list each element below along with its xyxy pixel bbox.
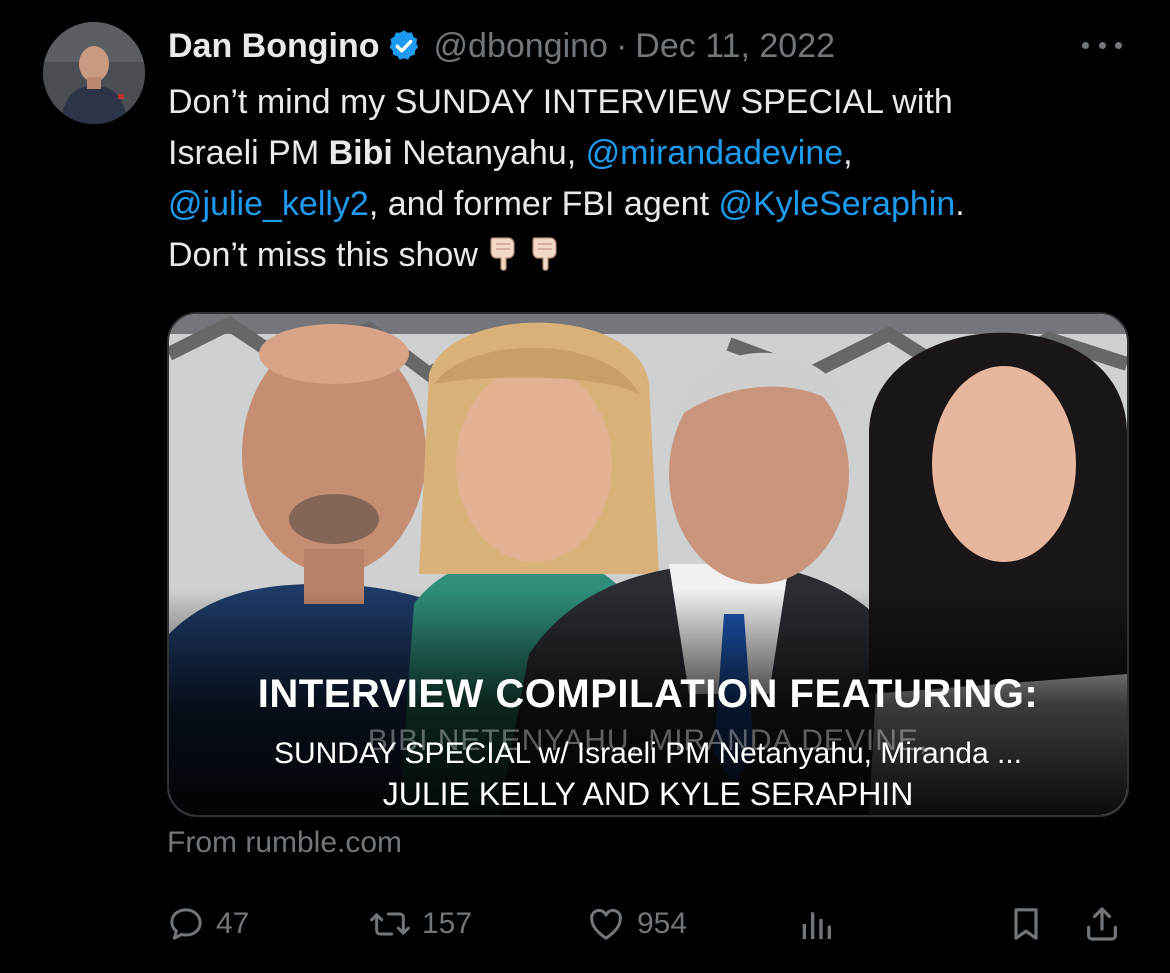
like-icon — [590, 908, 622, 940]
tweet-text: Don’t mind my SUNDAY INTERVIEW SPECIAL w… — [168, 77, 1108, 281]
like-button[interactable]: 954 — [585, 896, 687, 952]
author-handle[interactable]: @dbongino — [434, 27, 608, 66]
tweet-header: Dan Bongino @dbongino · Dec 11, 2022 — [168, 22, 835, 70]
action-bar: 47 157 954 — [0, 896, 1170, 956]
tweet-date[interactable]: Dec 11, 2022 — [635, 27, 835, 66]
bold-text: Bibi — [328, 134, 393, 172]
avatar[interactable] — [43, 22, 145, 124]
tweet-text-line-2: Israeli PM Bibi Netanyahu, @mirandadevin… — [168, 134, 853, 172]
pointing-down-emoji — [486, 236, 520, 272]
reply-count: 47 — [216, 907, 250, 940]
share-icon — [1087, 907, 1117, 941]
reply-icon — [170, 908, 202, 940]
share-button[interactable] — [1082, 896, 1132, 952]
mention-mirandadevine[interactable]: @mirandadevine — [586, 134, 844, 172]
views-button[interactable] — [796, 896, 846, 952]
mention-julie-kelly2[interactable]: @julie_kelly2 — [168, 185, 369, 223]
views-icon — [802, 912, 831, 939]
bookmark-button[interactable] — [1006, 896, 1056, 952]
link-card[interactable]: INTERVIEW COMPILATION FEATURING: BIBI NE… — [167, 312, 1129, 817]
header-separator: · — [615, 26, 628, 65]
card-source[interactable]: From rumble.com — [167, 826, 402, 860]
pointing-down-emoji — [528, 236, 562, 272]
reply-button[interactable]: 47 — [166, 896, 249, 952]
more-icon[interactable] — [1082, 30, 1122, 60]
retweet-icon — [370, 912, 410, 936]
author-name[interactable]: Dan Bongino — [168, 27, 380, 66]
tweet-text-line-3: @julie_kelly2, and former FBI agent @Kyl… — [168, 185, 965, 223]
tweet-text-line-4: Don’t miss this show — [168, 230, 1108, 281]
tweet-text-line-1: Don’t mind my SUNDAY INTERVIEW SPECIAL w… — [168, 83, 953, 121]
bookmark-icon — [1014, 908, 1038, 940]
like-count: 954 — [637, 907, 688, 940]
mention-kyleseraphin[interactable]: @KyleSeraphin — [718, 185, 955, 223]
card-subline: JULIE KELLY AND KYLE SERAPHIN — [382, 776, 914, 812]
verified-badge-icon — [386, 28, 422, 64]
card-title: SUNDAY SPECIAL w/ Israeli PM Netanyahu, … — [273, 737, 1023, 770]
retweet-button[interactable]: 157 — [368, 896, 472, 952]
card-headline: INTERVIEW COMPILATION FEATURING: — [257, 672, 1039, 716]
retweet-count: 157 — [422, 907, 473, 940]
tweet[interactable]: Dan Bongino @dbongino · Dec 11, 2022 Don… — [0, 0, 1170, 973]
